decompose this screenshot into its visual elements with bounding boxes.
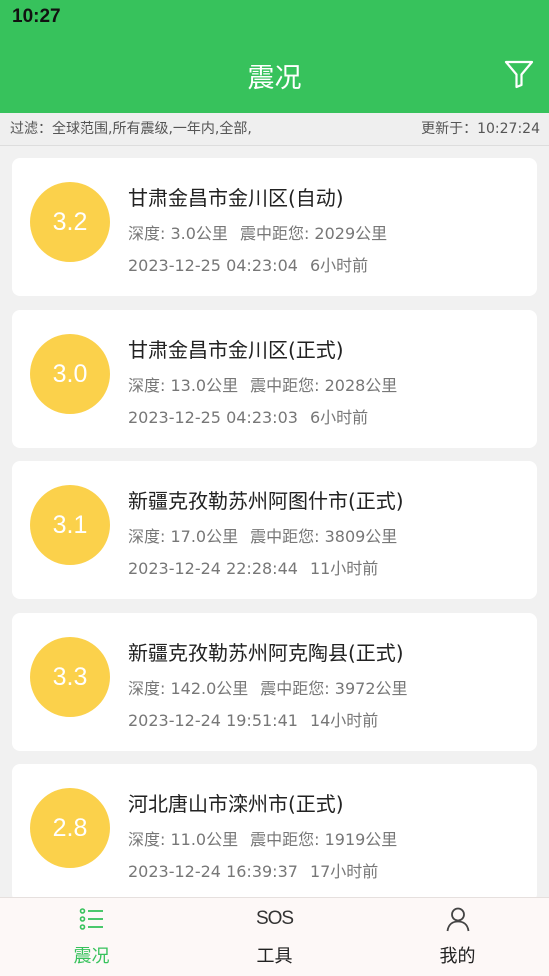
quake-location: 河北唐山市滦州市(正式) bbox=[128, 792, 344, 816]
magnitude-badge: 3.2 bbox=[30, 182, 110, 262]
quake-depth: 深度: 13.0公里 bbox=[128, 376, 239, 395]
quake-card[interactable]: 3.2 甘肃金昌市金川区(自动) 深度: 3.0公里 震中距您: 2029公里 2… bbox=[12, 158, 537, 296]
sos-icon: SOS bbox=[255, 908, 294, 929]
tab-mine[interactable]: 我的 bbox=[366, 898, 549, 976]
tab-tools[interactable]: SOS 工具 bbox=[183, 898, 366, 976]
magnitude-badge: 2.8 bbox=[30, 788, 110, 868]
filter-icon[interactable] bbox=[503, 58, 535, 90]
quake-card[interactable]: 3.0 甘肃金昌市金川区(正式) 深度: 13.0公里 震中距您: 2028公里 … bbox=[12, 310, 537, 448]
quake-datetime: 2023-12-25 04:23:03 bbox=[128, 408, 298, 427]
tab-label: 震况 bbox=[73, 946, 110, 967]
quake-location: 新疆克孜勒苏州阿图什市(正式) bbox=[128, 489, 404, 513]
status-bar-time: 10:27 bbox=[12, 6, 61, 27]
filter-summary: 过滤：全球范围,所有震级,一年内,全部, bbox=[10, 121, 252, 137]
quake-meta: 深度: 13.0公里 震中距您: 2028公里 bbox=[128, 372, 397, 396]
tab-quakes[interactable]: 震况 bbox=[0, 898, 183, 976]
quake-location: 甘肃金昌市金川区(自动) bbox=[128, 186, 344, 210]
quake-card[interactable]: 3.3 新疆克孜勒苏州阿克陶县(正式) 深度: 142.0公里 震中距您: 397… bbox=[12, 613, 537, 751]
quake-ago: 6小时前 bbox=[309, 256, 369, 275]
quake-distance: 震中距您: 1919公里 bbox=[250, 830, 398, 849]
magnitude-badge: 3.3 bbox=[30, 637, 110, 717]
quake-ago: 17小时前 bbox=[309, 862, 379, 881]
quake-location: 甘肃金昌市金川区(正式) bbox=[128, 338, 344, 362]
page-title: 震况 bbox=[247, 63, 302, 94]
quake-location: 新疆克孜勒苏州阿克陶县(正式) bbox=[128, 641, 404, 665]
quake-distance: 震中距您: 2029公里 bbox=[239, 224, 388, 243]
quake-depth: 深度: 3.0公里 bbox=[128, 224, 228, 243]
quake-distance: 震中距您: 3972公里 bbox=[260, 679, 408, 698]
updated-time: 更新于：10:27:24 bbox=[421, 121, 540, 137]
quake-time: 2023-12-24 22:28:44 11小时前 bbox=[128, 555, 378, 579]
quake-datetime: 2023-12-25 04:23:04 bbox=[128, 256, 298, 275]
list-icon bbox=[79, 908, 103, 930]
bottom-tab-bar: 震况 SOS 工具 我的 bbox=[0, 897, 549, 976]
quake-ago: 14小时前 bbox=[309, 711, 379, 730]
quake-datetime: 2023-12-24 16:39:37 bbox=[128, 862, 298, 881]
quake-time: 2023-12-25 04:23:03 6小时前 bbox=[128, 404, 368, 428]
quake-meta: 深度: 11.0公里 震中距您: 1919公里 bbox=[128, 826, 397, 850]
quake-ago: 11小时前 bbox=[309, 559, 379, 578]
app-header: 10:27 震况 bbox=[0, 0, 549, 113]
quake-datetime: 2023-12-24 22:28:44 bbox=[128, 559, 298, 578]
quake-time: 2023-12-24 16:39:37 17小时前 bbox=[128, 858, 378, 882]
quake-card[interactable]: 2.8 河北唐山市滦州市(正式) 深度: 11.0公里 震中距您: 1919公里 … bbox=[12, 764, 537, 902]
quake-time: 2023-12-24 19:51:41 14小时前 bbox=[128, 707, 378, 731]
quake-depth: 深度: 17.0公里 bbox=[128, 527, 239, 546]
quake-distance: 震中距您: 2028公里 bbox=[250, 376, 398, 395]
magnitude-badge: 3.0 bbox=[30, 334, 110, 414]
tab-label: 我的 bbox=[439, 946, 476, 967]
quake-time: 2023-12-25 04:23:04 6小时前 bbox=[128, 252, 368, 276]
filter-bar[interactable]: 过滤：全球范围,所有震级,一年内,全部, 更新于：10:27:24 bbox=[0, 113, 549, 146]
magnitude-badge: 3.1 bbox=[30, 485, 110, 565]
quake-meta: 深度: 3.0公里 震中距您: 2029公里 bbox=[128, 220, 387, 244]
person-icon bbox=[446, 907, 469, 932]
tab-label: 工具 bbox=[256, 946, 293, 967]
quake-meta: 深度: 17.0公里 震中距您: 3809公里 bbox=[128, 523, 397, 547]
quake-depth: 深度: 11.0公里 bbox=[128, 830, 239, 849]
quake-card[interactable]: 3.1 新疆克孜勒苏州阿图什市(正式) 深度: 17.0公里 震中距您: 3809… bbox=[12, 461, 537, 599]
quake-distance: 震中距您: 3809公里 bbox=[250, 527, 398, 546]
quake-meta: 深度: 142.0公里 震中距您: 3972公里 bbox=[128, 675, 408, 699]
quake-ago: 6小时前 bbox=[309, 408, 369, 427]
quake-datetime: 2023-12-24 19:51:41 bbox=[128, 711, 298, 730]
quake-depth: 深度: 142.0公里 bbox=[128, 679, 249, 698]
